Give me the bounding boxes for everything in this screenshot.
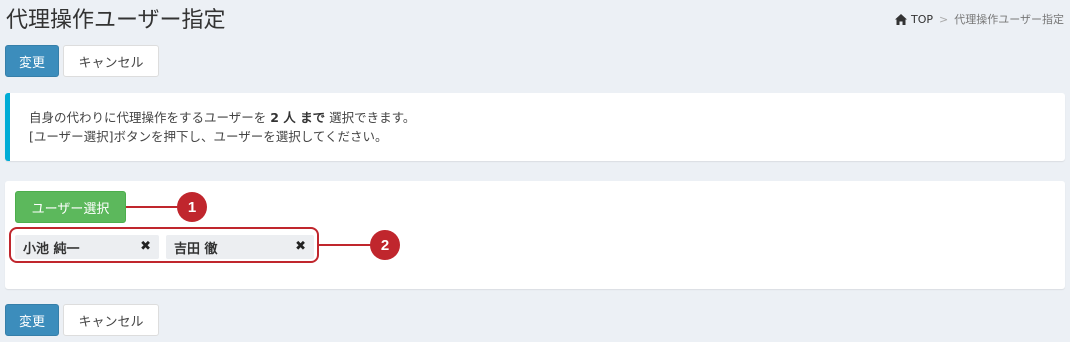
close-icon[interactable]: ✖	[295, 239, 306, 254]
info-line-1-after: 選択できます。	[329, 110, 416, 125]
breadcrumb-home-label: TOP	[910, 12, 933, 26]
selected-user-name-1: 小池 純一	[23, 241, 80, 257]
info-line-1: 自身の代わりに代理操作をするユーザーを 2 人 まで 選択できます。	[29, 108, 1065, 127]
bottom-button-row: 変更 キャンセル	[5, 304, 159, 336]
change-button-bottom[interactable]: 変更	[5, 304, 59, 336]
annotation-line-1	[126, 206, 178, 208]
info-callout: 自身の代わりに代理操作をするユーザーを 2 人 まで 選択できます。 [ユーザー…	[5, 93, 1065, 161]
home-icon	[894, 13, 907, 25]
page-title: 代理操作ユーザー指定	[6, 8, 226, 33]
breadcrumb-current: 代理操作ユーザー指定	[954, 13, 1064, 26]
annotation-marker-2: 2	[370, 230, 400, 260]
info-line-1-before: 自身の代わりに代理操作をするユーザーを	[29, 110, 267, 125]
info-line-1-bold: 2 人 まで	[270, 110, 326, 125]
info-line-2: [ユーザー選択]ボタンを押下し、ユーザーを選択してください。	[29, 129, 388, 144]
top-button-row: 変更 キャンセル	[5, 45, 159, 77]
change-button-top[interactable]: 変更	[5, 45, 59, 77]
selected-user-chip-1: 小池 純一 ✖	[15, 235, 159, 259]
selected-user-name-2: 吉田 徹	[174, 241, 218, 257]
selected-users-highlight: 小池 純一 ✖ 吉田 徹 ✖	[9, 227, 319, 263]
breadcrumb: TOP > 代理操作ユーザー指定	[894, 11, 1064, 27]
user-selection-panel: ユーザー選択 小池 純一 ✖ 吉田 徹 ✖ 1 2	[5, 181, 1065, 289]
cancel-button-bottom[interactable]: キャンセル	[63, 304, 159, 336]
select-user-button[interactable]: ユーザー選択	[15, 191, 126, 223]
breadcrumb-home-link[interactable]: TOP	[894, 12, 933, 26]
breadcrumb-separator: >	[939, 12, 949, 26]
cancel-button-top[interactable]: キャンセル	[63, 45, 159, 77]
annotation-line-2	[319, 244, 371, 246]
close-icon[interactable]: ✖	[140, 239, 151, 254]
annotation-marker-1: 1	[177, 192, 207, 222]
selected-user-chip-2: 吉田 徹 ✖	[166, 235, 314, 259]
